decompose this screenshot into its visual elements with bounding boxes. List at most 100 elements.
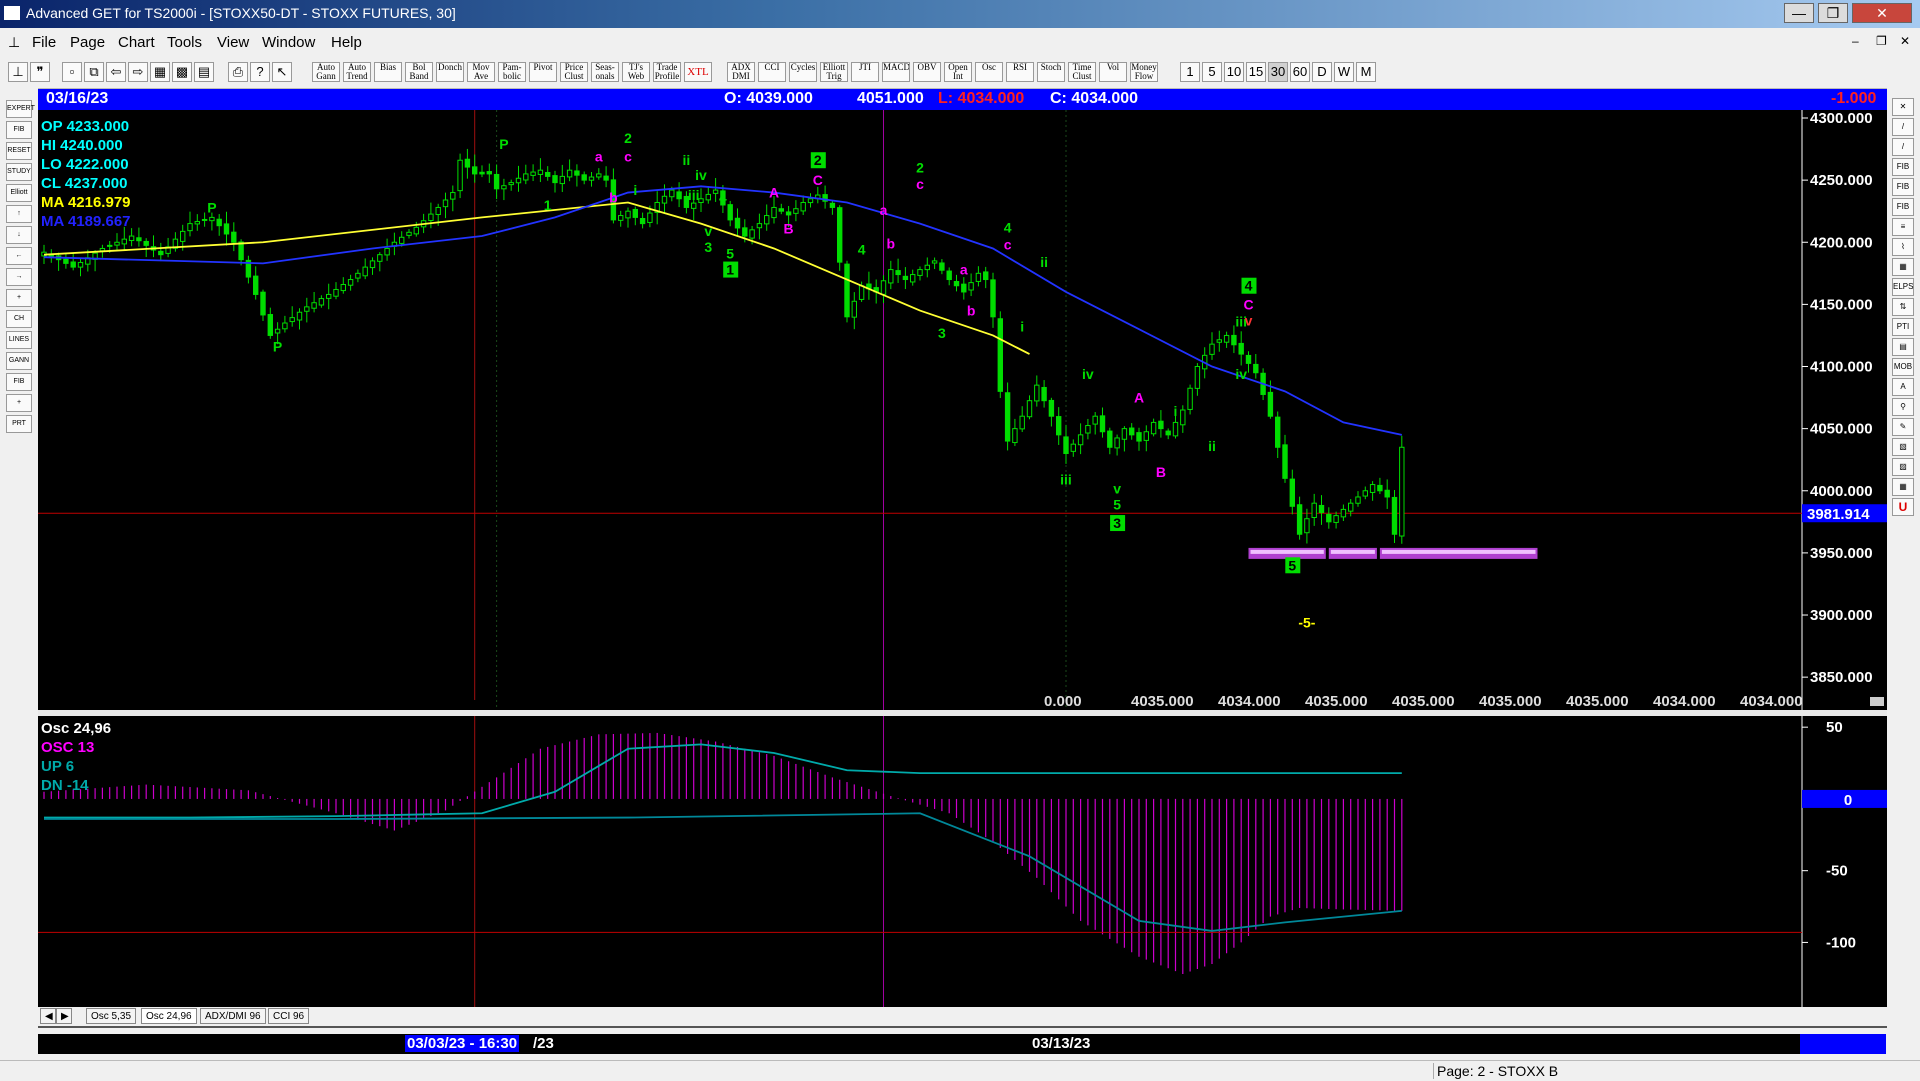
- menu-page[interactable]: Page: [70, 34, 105, 51]
- menu-chart[interactable]: Chart: [118, 34, 155, 51]
- study-button-bol-band[interactable]: Bol Band: [405, 62, 433, 82]
- left-tool-15[interactable]: PRT: [6, 415, 32, 433]
- right-tool-9[interactable]: ELPS: [1892, 278, 1914, 296]
- chart-area[interactable]: 3850.0003900.0003950.0004000.0004050.000…: [38, 110, 1887, 1007]
- study-button-pivot[interactable]: Pivot: [529, 62, 557, 82]
- table-icon[interactable]: ▤: [194, 62, 214, 82]
- right-tool-5[interactable]: FIB TIME: [1892, 198, 1914, 227]
- right-tool-1[interactable]: /: [1892, 118, 1914, 136]
- mdi-close-icon[interactable]: ✕: [1900, 34, 1910, 48]
- right-tool-6[interactable]: ≡: [1892, 218, 1914, 236]
- left-tool-5[interactable]: ↑: [6, 205, 32, 223]
- study-button-seas-onals[interactable]: Seas-onals: [591, 62, 619, 82]
- grid-icon[interactable]: ▩: [172, 62, 192, 82]
- pin-icon[interactable]: ⊥: [8, 62, 28, 82]
- mdi-minimize-icon[interactable]: –: [1852, 34, 1859, 48]
- left-tool-6[interactable]: ↓: [6, 226, 32, 244]
- study-button-macd[interactable]: MACD: [882, 62, 910, 82]
- doc-pin-icon[interactable]: ⊥: [8, 34, 20, 51]
- right-tool-7[interactable]: ⌇: [1892, 238, 1914, 256]
- interval-button-30[interactable]: 30: [1268, 62, 1288, 82]
- menu-view[interactable]: View: [217, 34, 249, 51]
- right-tool-18[interactable]: ▨: [1892, 458, 1914, 476]
- left-tool-8[interactable]: →: [6, 268, 32, 286]
- interval-button-d[interactable]: D: [1312, 62, 1332, 82]
- right-tool-15[interactable]: ⚲: [1892, 398, 1914, 416]
- right-tool-0[interactable]: ✕: [1892, 98, 1914, 116]
- left-tool-7[interactable]: ←: [6, 247, 32, 265]
- maximize-button[interactable]: ❐: [1818, 3, 1848, 23]
- right-tool-3[interactable]: FIB RET: [1892, 158, 1914, 187]
- study-button-donch[interactable]: Donch: [436, 62, 464, 82]
- study-button-xtl[interactable]: XTL: [684, 62, 712, 82]
- right-tool-20[interactable]: U: [1892, 498, 1914, 516]
- interval-button-5[interactable]: 5: [1202, 62, 1222, 82]
- study-button-money-flow[interactable]: Money Flow: [1130, 62, 1158, 82]
- tab-scroll-right[interactable]: ▶: [56, 1008, 72, 1024]
- interval-button-60[interactable]: 60: [1290, 62, 1310, 82]
- study-button-open-int[interactable]: Open Int: [944, 62, 972, 82]
- left-tool-12[interactable]: GANN: [6, 352, 32, 370]
- right-tool-12[interactable]: ▤: [1892, 338, 1914, 356]
- study-button-pam-bolic[interactable]: Pam-bolic: [498, 62, 526, 82]
- study-button-adx-dmi[interactable]: ADX DMI: [727, 62, 755, 82]
- left-tool-10[interactable]: CH: [6, 310, 32, 328]
- tab-osc-24-96[interactable]: Osc 24,96: [141, 1008, 197, 1024]
- menu-help[interactable]: Help: [331, 34, 362, 51]
- right-tool-14[interactable]: A: [1892, 378, 1914, 396]
- tab-adx-dmi[interactable]: ADX/DMI 96: [200, 1008, 266, 1024]
- study-button-osc[interactable]: Osc: [975, 62, 1003, 82]
- forward-icon[interactable]: ⇨: [128, 62, 148, 82]
- panel-resize-icon[interactable]: [1870, 697, 1884, 706]
- help-icon[interactable]: ?: [250, 62, 270, 82]
- left-tool-2[interactable]: RESET: [6, 142, 32, 160]
- right-tool-8[interactable]: ▦: [1892, 258, 1914, 276]
- study-button-mov-ave[interactable]: Mov Ave: [467, 62, 495, 82]
- interval-button-10[interactable]: 10: [1224, 62, 1244, 82]
- print-icon[interactable]: ⎙: [228, 62, 248, 82]
- copy-icon[interactable]: ⧉: [84, 62, 104, 82]
- left-tool-9[interactable]: +: [6, 289, 32, 307]
- left-tool-4[interactable]: Elliott: [6, 184, 32, 202]
- right-tool-13[interactable]: MOB: [1892, 358, 1914, 376]
- study-button-cycles[interactable]: Cycles: [789, 62, 817, 82]
- study-button-obv[interactable]: OBV: [913, 62, 941, 82]
- interval-button-w[interactable]: W: [1334, 62, 1354, 82]
- left-tool-14[interactable]: +: [6, 394, 32, 412]
- right-tool-17[interactable]: ▧: [1892, 438, 1914, 456]
- study-button-elliott-trig[interactable]: Elliott Trig: [820, 62, 848, 82]
- study-button-vol[interactable]: Vol: [1099, 62, 1127, 82]
- study-button-rsi[interactable]: RSI: [1006, 62, 1034, 82]
- study-button-stoch[interactable]: Stoch: [1037, 62, 1065, 82]
- study-button-time-clust[interactable]: Time Clust: [1068, 62, 1096, 82]
- study-button-jti[interactable]: JTI: [851, 62, 879, 82]
- interval-button-15[interactable]: 15: [1246, 62, 1266, 82]
- close-button[interactable]: ✕: [1852, 3, 1912, 23]
- new-page-icon[interactable]: ▫: [62, 62, 82, 82]
- right-tool-19[interactable]: ▦: [1892, 478, 1914, 496]
- quote-icon[interactable]: ❞: [30, 62, 50, 82]
- tab-cci[interactable]: CCI 96: [268, 1008, 310, 1024]
- menu-window[interactable]: Window: [262, 34, 315, 51]
- context-help-icon[interactable]: ↖: [272, 62, 292, 82]
- right-tool-10[interactable]: ⇅: [1892, 298, 1914, 316]
- menu-tools[interactable]: Tools: [167, 34, 202, 51]
- study-button-auto-trend[interactable]: Auto Trend: [343, 62, 371, 82]
- study-button-tj-s-web[interactable]: TJ's Web: [622, 62, 650, 82]
- layout-icon[interactable]: ▦: [150, 62, 170, 82]
- study-button-trade-profile[interactable]: Trade Profile: [653, 62, 681, 82]
- right-tool-4[interactable]: FIB EXT: [1892, 178, 1914, 207]
- study-button-price-clust[interactable]: Price Clust: [560, 62, 588, 82]
- menu-file[interactable]: File: [32, 34, 56, 51]
- back-icon[interactable]: ⇦: [106, 62, 126, 82]
- left-tool-11[interactable]: LINES: [6, 331, 32, 349]
- interval-button-1[interactable]: 1: [1180, 62, 1200, 82]
- left-tool-3[interactable]: STUDY: [6, 163, 32, 181]
- tab-osc-5-35[interactable]: Osc 5,35: [86, 1008, 137, 1024]
- left-tool-1[interactable]: FIB: [6, 121, 32, 139]
- left-tool-13[interactable]: FIB: [6, 373, 32, 391]
- study-button-auto-gann[interactable]: Auto Gann: [312, 62, 340, 82]
- right-tool-2[interactable]: /: [1892, 138, 1914, 156]
- right-tool-11[interactable]: PTI: [1892, 318, 1914, 336]
- left-tool-0[interactable]: EXPERT: [6, 100, 35, 118]
